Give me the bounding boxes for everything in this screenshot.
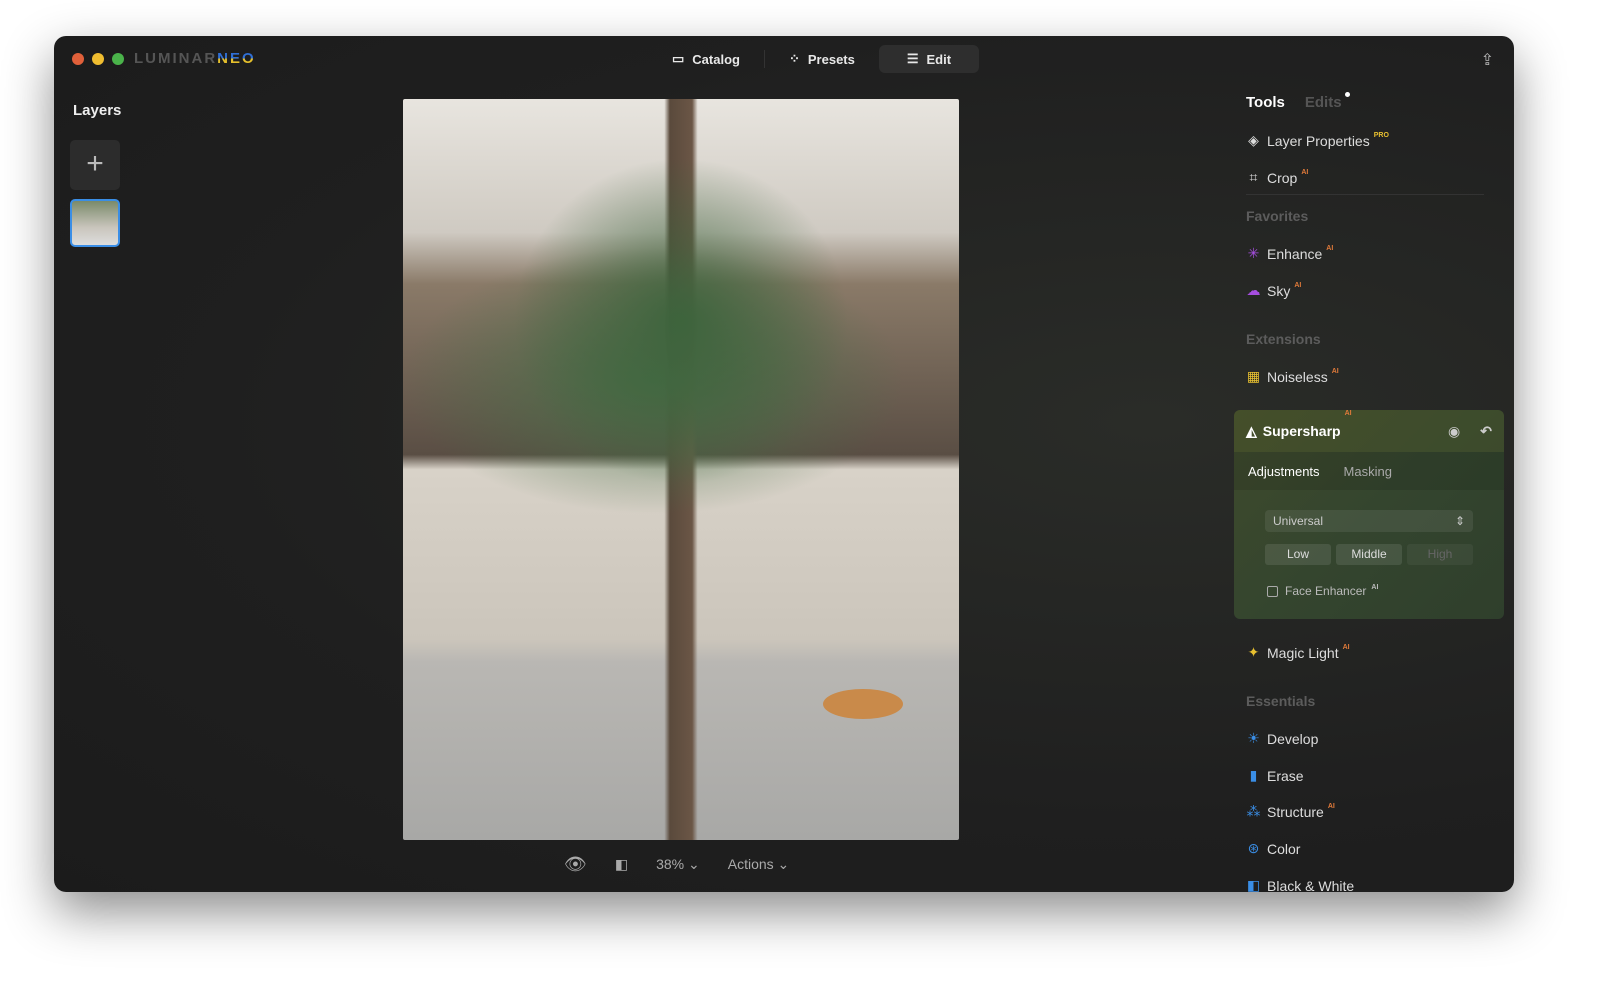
tool-structure[interactable]: ⁂ Structure AI — [1246, 803, 1335, 820]
layers-icon: ◈ — [1248, 132, 1259, 148]
noiseless-icon: ▦ — [1246, 368, 1261, 384]
section-essentials: Essentials — [1246, 693, 1316, 709]
layer-thumbnail[interactable] — [70, 199, 120, 247]
ai-badge: AI — [1331, 368, 1339, 375]
photo-canvas[interactable] — [403, 99, 959, 840]
presets-label: Presets — [807, 51, 855, 67]
tool-develop[interactable]: ☀ Develop — [1246, 730, 1318, 747]
tool-crop[interactable]: ⌗ Crop AI — [1246, 169, 1309, 186]
crop-icon: ⌗ — [1249, 169, 1258, 185]
tool-label: Sky — [1267, 282, 1291, 299]
zoom-dropdown[interactable]: 38% ⌄ — [656, 856, 700, 873]
supersharp-panel: ◭ Supersharp AI ◉ ↶ Adjustments Masking … — [1234, 410, 1504, 619]
ai-badge: AI — [1371, 584, 1379, 591]
eye-icon[interactable]: 👁 — [564, 854, 587, 875]
actions-dropdown[interactable]: Actions ⌄ — [728, 856, 790, 873]
structure-icon: ⁂ — [1246, 803, 1261, 819]
supersharp-tabs: Adjustments Masking — [1234, 452, 1504, 490]
wand-icon: ⁘ — [788, 51, 800, 66]
tool-label: Erase — [1267, 767, 1304, 784]
tool-sky[interactable]: ☁ Sky AI — [1246, 282, 1302, 299]
share-icon[interactable]: ⇪ — [1481, 50, 1494, 70]
color-circles-icon: ⊛ — [1247, 840, 1260, 856]
updown-chevron-icon: ⇕ — [1454, 514, 1465, 528]
app-window: LUMINARNEO ▭ Catalog ⁘ Presets ☰ Edit ⇪ Lay… — [54, 36, 1514, 892]
ai-badge: AI — [1294, 282, 1302, 289]
tool-erase[interactable]: ▮ Erase — [1246, 767, 1304, 784]
top-nav: ▭ Catalog ⁘ Presets ☰ Edit — [654, 45, 980, 73]
section-extensions: Extensions — [1246, 331, 1321, 347]
level-high-button[interactable]: High — [1407, 544, 1473, 565]
app-logo: LUMINARNEO — [134, 50, 256, 67]
minimize-window-button[interactable] — [92, 53, 104, 65]
tool-label: Layer Properties — [1267, 132, 1370, 149]
supersharp-header[interactable]: ◭ Supersharp AI ◉ ↶ — [1234, 410, 1504, 452]
section-favorites: Favorites — [1246, 208, 1309, 224]
tool-black-white[interactable]: ◧ Black & White — [1246, 877, 1354, 892]
tool-label: Develop — [1267, 730, 1319, 747]
tool-layer-properties[interactable]: ◈ Layer Properties PRO — [1246, 132, 1389, 149]
tools-tabs: Tools Edits — [1246, 92, 1350, 111]
ai-badge: AI — [1342, 644, 1350, 651]
sliders-icon: ☰ — [906, 51, 919, 66]
sparkle-icon: ✦ — [1247, 644, 1260, 660]
tool-label: Black & White — [1267, 877, 1355, 893]
tool-enhance[interactable]: ✳ Enhance AI — [1246, 245, 1334, 262]
sun-icon: ☀ — [1247, 730, 1260, 746]
level-low-button[interactable]: Low — [1265, 544, 1331, 565]
tool-noiseless[interactable]: ▦ Noiseless AI — [1246, 368, 1339, 385]
pro-badge: PRO — [1373, 132, 1389, 139]
edit-label: Edit — [926, 51, 952, 67]
divider — [1246, 194, 1484, 195]
canvas-toolbar: 👁 ◧ 38% ⌄ Actions ⌄ — [564, 854, 789, 875]
tab-adjustments[interactable]: Adjustments — [1248, 464, 1320, 479]
add-layer-button[interactable]: + — [70, 140, 120, 190]
folder-icon: ▭ — [672, 51, 685, 66]
face-enhancer-label: Face Enhancer — [1285, 584, 1367, 598]
eraser-icon: ▮ — [1249, 767, 1258, 783]
tab-edit[interactable]: ☰ Edit — [878, 45, 980, 73]
tool-label: Structure — [1267, 803, 1324, 820]
tool-label: Enhance — [1267, 245, 1323, 262]
black-white-icon: ◧ — [1246, 877, 1261, 892]
tool-label: Crop — [1267, 169, 1298, 186]
divider — [763, 50, 765, 68]
tool-magic-light[interactable]: ✦ Magic Light AI — [1246, 644, 1350, 661]
tab-presets[interactable]: ⁘ Presets — [771, 45, 873, 73]
tool-label: Noiseless — [1267, 368, 1328, 385]
compare-icon[interactable]: ◧ — [615, 856, 628, 873]
maximize-window-button[interactable] — [112, 53, 124, 65]
cloud-icon: ☁ — [1246, 282, 1261, 298]
photo-cat — [823, 689, 903, 719]
supersharp-icon: ◭ — [1246, 422, 1257, 439]
ai-badge: AI — [1327, 803, 1335, 810]
tab-masking[interactable]: Masking — [1344, 464, 1392, 479]
tab-catalog[interactable]: ▭ Catalog — [654, 45, 758, 73]
actions-label: Actions — [727, 856, 774, 872]
face-enhancer-checkbox[interactable]: Face Enhancer AI — [1267, 584, 1378, 598]
enhance-icon: ✳ — [1247, 245, 1260, 261]
mode-select[interactable]: Universal ⇕ — [1265, 510, 1473, 532]
tool-color[interactable]: ⊛ Color — [1246, 840, 1301, 857]
mode-value: Universal — [1273, 514, 1324, 528]
supersharp-title: Supersharp — [1262, 423, 1341, 439]
ai-badge: AI — [1326, 245, 1334, 252]
layers-title: Layers — [73, 102, 122, 119]
tab-edits[interactable]: Edits — [1305, 92, 1350, 111]
tab-tools[interactable]: Tools — [1246, 94, 1285, 111]
tool-label: Magic Light — [1267, 644, 1339, 661]
close-window-button[interactable] — [72, 53, 84, 65]
catalog-label: Catalog — [692, 51, 740, 67]
ai-badge: AI — [1301, 169, 1309, 176]
checkbox-icon — [1267, 585, 1278, 597]
zoom-value: 38% — [656, 856, 685, 872]
ai-badge: AI — [1344, 410, 1352, 417]
visibility-eye-icon[interactable]: ◉ — [1448, 423, 1460, 440]
tool-label: Color — [1267, 840, 1301, 857]
level-middle-button[interactable]: Middle — [1336, 544, 1402, 565]
reset-undo-icon[interactable]: ↶ — [1480, 423, 1492, 440]
